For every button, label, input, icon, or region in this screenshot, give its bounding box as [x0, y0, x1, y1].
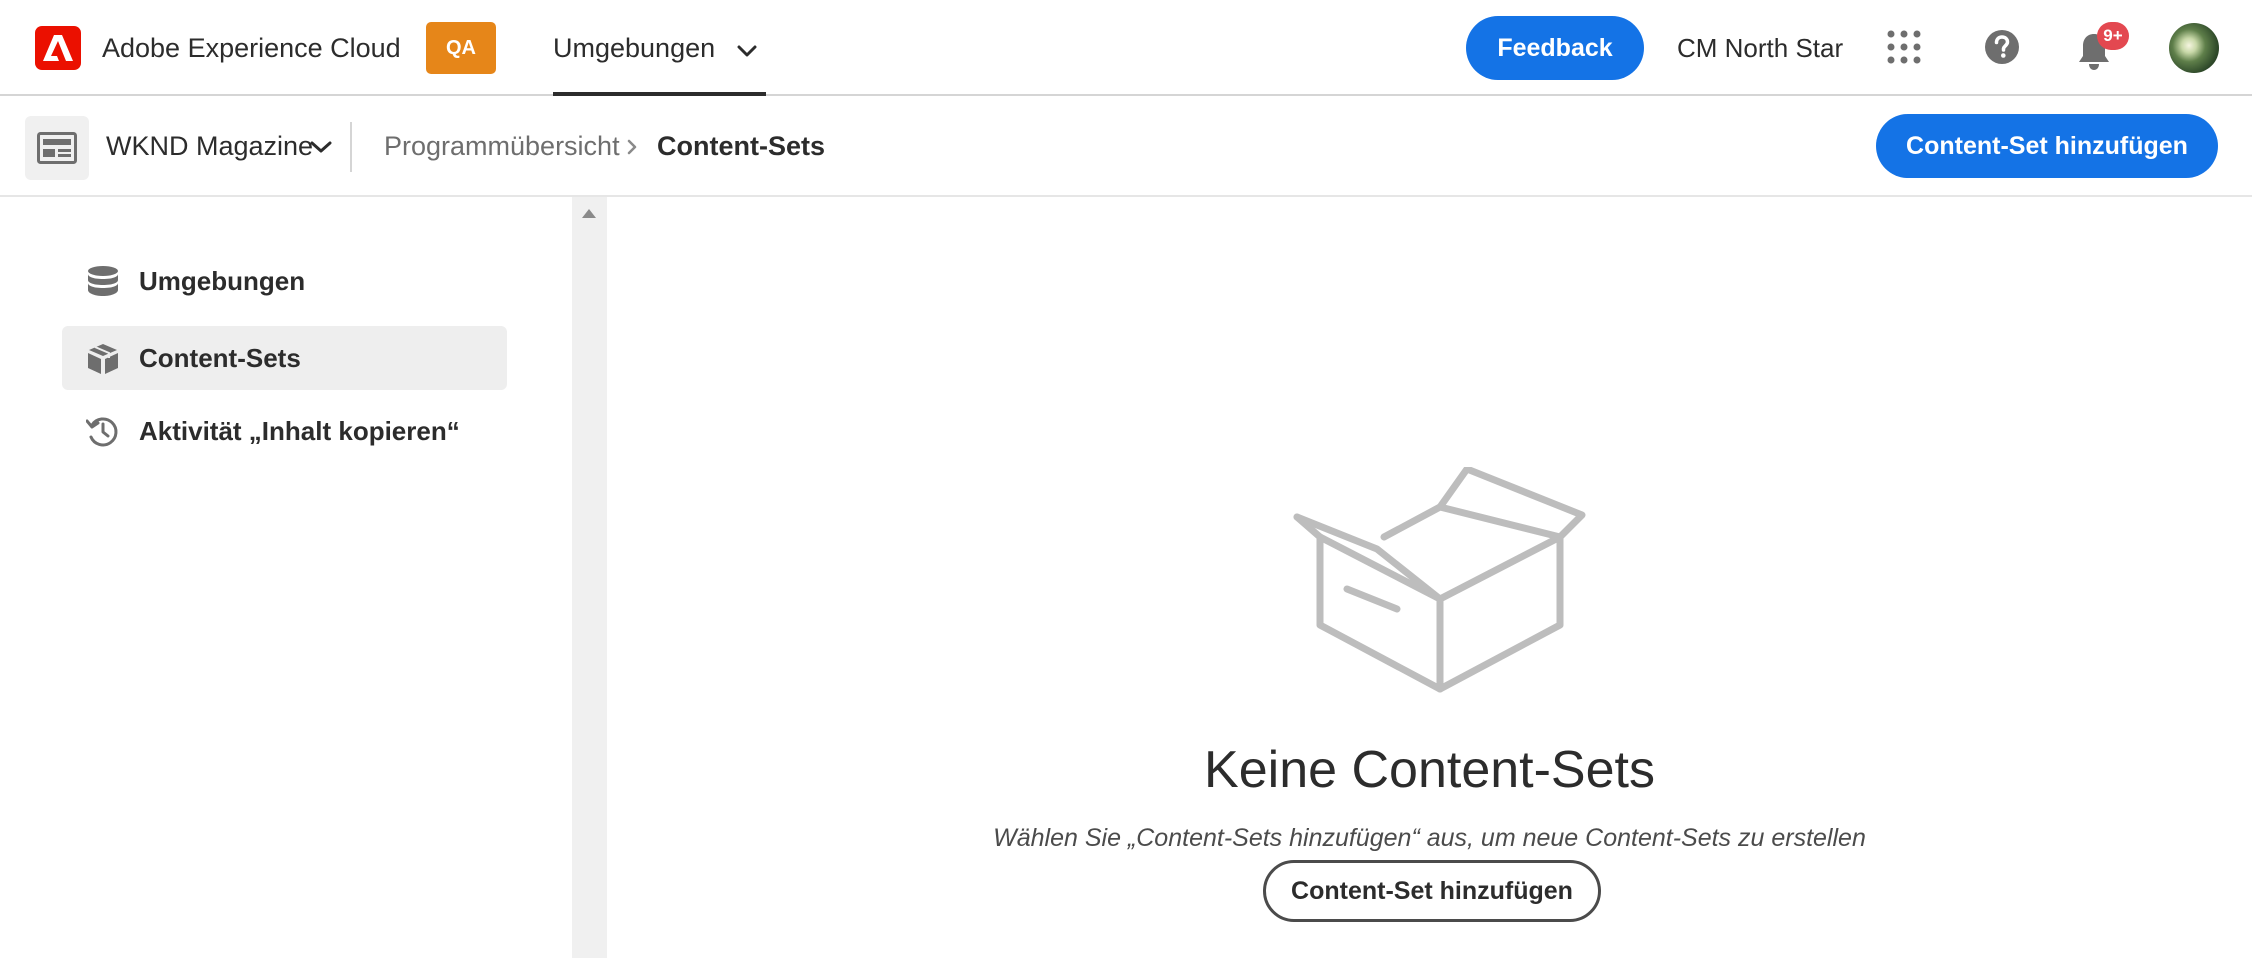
scroll-up-arrow-icon[interactable] — [582, 209, 596, 218]
sidebar-scrollbar[interactable] — [572, 197, 607, 958]
breadcrumb-program-overview[interactable]: Programmübersicht — [384, 128, 620, 164]
sidebar-item-label: Aktivität „Inhalt kopieren“ — [139, 416, 460, 446]
sidebar-item-content-sets[interactable]: Content-Sets — [62, 326, 507, 390]
empty-box-illustration-icon — [1293, 467, 1586, 693]
app-title[interactable]: Adobe Experience Cloud — [102, 30, 401, 66]
breadcrumb-current: Content-Sets — [657, 131, 825, 161]
sidebar-item-environments[interactable]: Umgebungen — [62, 249, 507, 313]
app-switcher-icon[interactable] — [1887, 30, 1921, 64]
adobe-logo-icon[interactable] — [35, 26, 81, 70]
database-icon — [88, 266, 118, 296]
program-icon — [25, 116, 89, 180]
sidebar: Umgebungen Content-Sets Aktivität „Inhal… — [0, 197, 572, 958]
divider — [350, 122, 352, 172]
sidebar-item-label: Content-Sets — [139, 343, 301, 373]
help-icon[interactable] — [1984, 29, 2020, 65]
sidebar-item-copy-content-activity[interactable]: Aktivität „Inhalt kopieren“ — [62, 399, 507, 463]
notifications-button[interactable]: 9+ — [2077, 22, 2137, 70]
chevron-right-icon — [627, 139, 637, 155]
nav-tab-label: Umgebungen — [553, 33, 716, 63]
empty-state-title: Keine Content-Sets — [1204, 741, 1655, 799]
top-header: Adobe Experience Cloud QA Umgebungen Fee… — [0, 0, 2252, 96]
org-switcher[interactable]: CM North Star — [1677, 30, 1843, 66]
add-content-set-button[interactable]: Content-Set hinzufügen — [1876, 114, 2218, 178]
notification-count-badge: 9+ — [2097, 22, 2129, 50]
user-avatar[interactable] — [2169, 23, 2219, 73]
box-icon — [88, 344, 118, 374]
feedback-button[interactable]: Feedback — [1466, 16, 1644, 80]
chevron-down-icon — [737, 45, 757, 57]
program-header: WKND Magazine Programmübersicht Content-… — [0, 96, 2252, 197]
environment-badge: QA — [426, 22, 496, 74]
chevron-down-icon[interactable] — [310, 140, 332, 154]
empty-state-description: Wählen Sie „Content-Sets hinzufügen“ aus… — [993, 824, 1866, 852]
history-icon — [86, 417, 118, 447]
program-selector[interactable]: WKND Magazine — [106, 128, 313, 164]
sidebar-item-label: Umgebungen — [139, 266, 306, 296]
nav-tab-environments[interactable]: Umgebungen — [553, 0, 766, 96]
empty-state-add-button[interactable]: Content-Set hinzufügen — [1263, 860, 1601, 922]
main-content: Keine Content-Sets Wählen Sie „Content-S… — [607, 197, 2252, 958]
